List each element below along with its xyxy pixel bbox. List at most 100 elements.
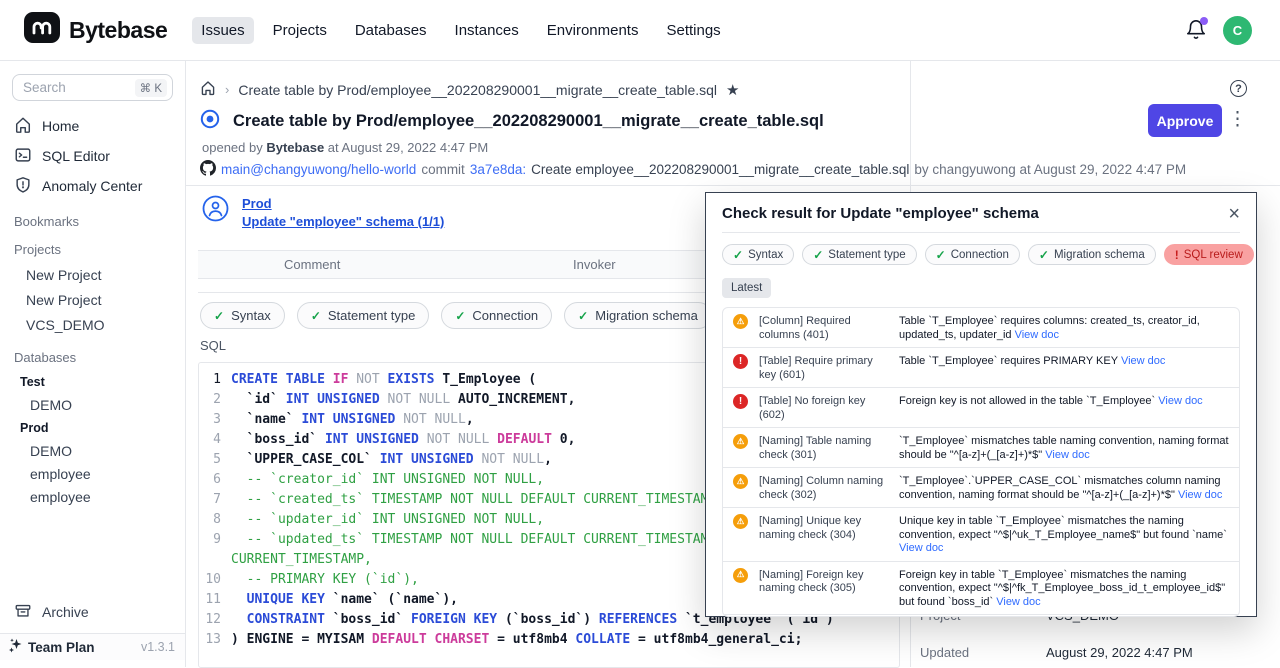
- check-description: Foreign key is not allowed in the table …: [899, 393, 1229, 409]
- view-doc-link[interactable]: View doc: [1045, 449, 1089, 461]
- search-box[interactable]: ⌘ K: [12, 74, 173, 101]
- check-rule-name: [Naming] Table naming check (301): [759, 433, 899, 462]
- bytebase-logo[interactable]: Bytebase: [24, 12, 167, 48]
- sidebar-item-sql-editor[interactable]: SQL Editor: [0, 141, 185, 171]
- warning-icon: ⚠: [733, 314, 748, 329]
- check-result-row: ⚠ [Column] Required columns (401)Table `T…: [723, 308, 1239, 348]
- check-icon: ✓: [813, 248, 823, 262]
- warning-icon: ⚠: [733, 568, 748, 583]
- line-number: 11: [199, 590, 231, 610]
- check-badge-connection[interactable]: ✓Connection: [441, 302, 552, 329]
- view-doc-link[interactable]: View doc: [1121, 355, 1165, 367]
- sidebar-database-item[interactable]: employee: [0, 485, 185, 508]
- environment-label: Prod: [0, 416, 185, 439]
- help-icon[interactable]: ?: [1230, 80, 1247, 97]
- check-badge-migration-schema[interactable]: ✓Migration schema: [1028, 244, 1156, 265]
- severity-cell: ⚠: [733, 473, 759, 489]
- archive-icon: [14, 602, 32, 623]
- check-badge-connection[interactable]: ✓Connection: [925, 244, 1020, 265]
- close-icon[interactable]: ×: [1228, 206, 1240, 222]
- sidebar-item-anomaly-center[interactable]: Anomaly Center: [0, 171, 185, 201]
- nav-item-projects[interactable]: Projects: [264, 17, 336, 44]
- check-badge-label: SQL review: [1184, 249, 1243, 261]
- check-result-list: ⚠ [Column] Required columns (401)Table `T…: [722, 307, 1240, 617]
- commit-suffix: by changyuwong at August 29, 2022 4:47 P…: [914, 162, 1186, 177]
- sidebar-database-item[interactable]: DEMO: [0, 439, 185, 462]
- commit-hash-link[interactable]: 3a7e8da:: [470, 162, 526, 177]
- column-header-comment: Comment: [284, 251, 340, 279]
- line-number: 1: [199, 370, 231, 390]
- approve-button[interactable]: Approve: [1148, 104, 1222, 137]
- code-line: 13) ENGINE = MYISAM DEFAULT CHARSET = ut…: [199, 630, 899, 650]
- check-icon: ✓: [578, 309, 588, 323]
- breadcrumb-link[interactable]: Create table by Prod/employee__202208290…: [238, 82, 717, 98]
- line-number: 3: [199, 410, 231, 430]
- check-badge-syntax[interactable]: ✓Syntax: [722, 244, 794, 265]
- home-icon[interactable]: [200, 80, 216, 99]
- severity-cell: ⚠: [733, 567, 759, 583]
- side-panel-field: UpdatedAugust 29, 2022 4:47 PM: [920, 645, 1250, 661]
- check-result-row: ![Table] No foreign key (602)Foreign key…: [723, 388, 1239, 428]
- view-doc-link[interactable]: View doc: [996, 596, 1040, 608]
- check-result-row: ⚠[Naming] Unique key naming check (304)U…: [723, 508, 1239, 562]
- view-doc-link[interactable]: View doc: [1178, 489, 1222, 501]
- check-badge-migration-schema[interactable]: ✓Migration schema: [564, 302, 712, 329]
- nav-item-issues[interactable]: Issues: [192, 17, 253, 44]
- home-icon: [14, 116, 32, 137]
- sidebar-item-home[interactable]: Home: [0, 111, 185, 141]
- issue-meta: opened by Bytebase at August 29, 2022 4:…: [202, 140, 488, 155]
- sidebar-project-item[interactable]: New Project: [0, 287, 185, 312]
- line-number: 5: [199, 450, 231, 470]
- view-doc-link[interactable]: View doc: [1015, 329, 1059, 341]
- notification-bell-icon[interactable]: [1185, 19, 1207, 41]
- check-description: `T_Employee`.`UPPER_CASE_COL` mismatches…: [899, 473, 1229, 502]
- nav-item-settings[interactable]: Settings: [657, 17, 729, 44]
- line-number: 12: [199, 610, 231, 630]
- check-icon: ✓: [455, 309, 465, 323]
- check-badge-syntax[interactable]: ✓Syntax: [200, 302, 285, 329]
- check-rule-name: [Naming] Unique key naming check (304): [759, 513, 899, 542]
- check-badge-sql-review[interactable]: !SQL review: [1164, 244, 1254, 265]
- left-sidebar: ⌘ K HomeSQL Editor Anomaly Center Bookmar…: [0, 61, 186, 667]
- check-icon: ✓: [733, 248, 743, 262]
- commit-message: Create employee__202208290001__migrate__…: [531, 162, 909, 177]
- sidebar-item-archive[interactable]: Archive: [0, 597, 185, 627]
- check-rule-name: [Table] Require primary key (601): [759, 353, 899, 382]
- sidebar-database-item[interactable]: DEMO: [0, 393, 185, 416]
- section-bookmarks: Bookmarks: [14, 214, 185, 229]
- sidebar-project-item[interactable]: New Project: [0, 262, 185, 287]
- check-rule-name: [Column] Required columns (401): [759, 313, 899, 342]
- issue-status-icon: [200, 109, 220, 134]
- search-input[interactable]: [23, 80, 113, 95]
- view-doc-link[interactable]: View doc: [1158, 395, 1202, 407]
- line-number: 13: [199, 630, 231, 650]
- app-version: v1.3.1: [141, 640, 175, 654]
- line-number: 8: [199, 510, 231, 530]
- kebab-menu-icon[interactable]: ⋮: [1228, 108, 1247, 132]
- stage-task-link[interactable]: Update "employee" schema (1/1): [242, 214, 444, 229]
- sidebar-item-label: Anomaly Center: [42, 178, 142, 194]
- bookmark-star-icon[interactable]: ★: [726, 81, 739, 99]
- check-badge-statement-type[interactable]: ✓Statement type: [802, 244, 916, 265]
- check-badge-label: Migration schema: [1054, 249, 1145, 261]
- nav-item-instances[interactable]: Instances: [446, 17, 528, 44]
- nav-item-environments[interactable]: Environments: [538, 17, 648, 44]
- notification-dot: [1200, 17, 1208, 25]
- breadcrumb-chevron: ›: [225, 82, 229, 97]
- check-badge-statement-type[interactable]: ✓Statement type: [297, 302, 430, 329]
- commit-branch-link[interactable]: main@changyuwong/hello-world: [221, 162, 416, 177]
- sparkles-icon: [8, 637, 24, 658]
- environment-label: Test: [0, 370, 185, 393]
- user-avatar[interactable]: C: [1223, 16, 1252, 45]
- line-number: 4: [199, 430, 231, 450]
- line-number: 2: [199, 390, 231, 410]
- line-number: 7: [199, 490, 231, 510]
- view-doc-link[interactable]: View doc: [899, 542, 943, 554]
- stage-env-link[interactable]: Prod: [242, 196, 444, 211]
- team-plan-bar[interactable]: Team Plan v1.3.1: [0, 633, 185, 660]
- check-description: Table `T_Employee` requires columns: cre…: [899, 313, 1229, 342]
- sidebar-project-item[interactable]: VCS_DEMO: [0, 312, 185, 337]
- latest-button[interactable]: Latest: [722, 278, 771, 298]
- nav-item-databases[interactable]: Databases: [346, 17, 436, 44]
- sidebar-database-item[interactable]: employee: [0, 462, 185, 485]
